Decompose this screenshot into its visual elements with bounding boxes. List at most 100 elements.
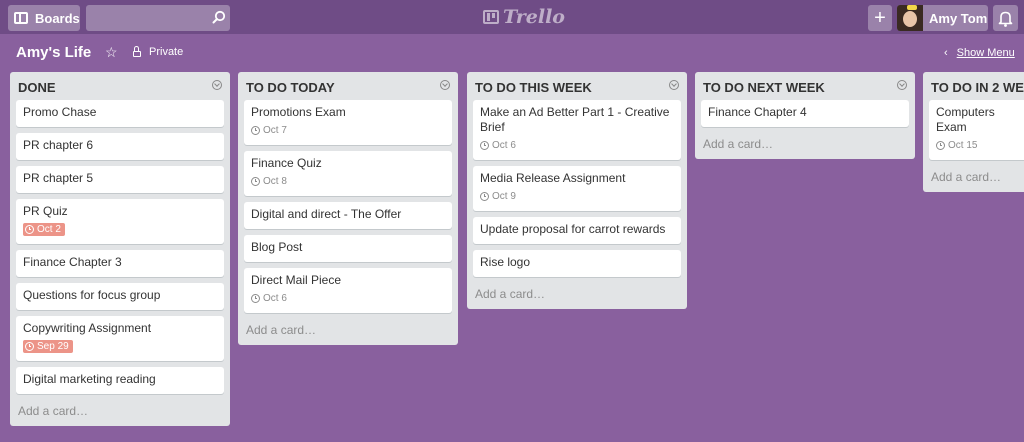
boards-icon [14,12,28,24]
due-date: Oct 9 [492,191,516,202]
clock-icon [251,126,260,135]
clock-icon [25,225,34,234]
add-button[interactable]: + [868,5,892,31]
avatar [897,5,923,31]
add-card-link[interactable]: Add a card… [929,166,1024,184]
notifications-button[interactable] [993,5,1018,31]
list-menu-icon[interactable] [212,80,222,90]
card[interactable]: Make an Ad Better Part 1 - Creative Brie… [473,100,681,160]
card-title: Digital and direct - The Offer [251,207,402,221]
logo-text: Trello [503,6,565,28]
list: TO DO NEXT WEEK Finance Chapter 4 Add a ca… [695,72,915,159]
list: DONE Promo Chase PR chapter 6 PR chapter 5 P… [10,72,230,426]
card-title: Media Release Assignment [480,171,626,185]
add-card-link[interactable]: Add a card… [473,283,681,301]
card[interactable]: PR chapter 6 [16,133,224,160]
star-icon[interactable]: ☆ [105,44,118,61]
due-date-badge: Oct 9 [480,190,519,203]
due-date-badge: Sep 29 [23,340,73,353]
search-input[interactable] [86,5,230,31]
list-menu-icon[interactable] [440,80,450,90]
card[interactable]: PR chapter 5 [16,166,224,193]
card-title: Blog Post [251,240,303,254]
card-title: Update proposal for carrot rewards [480,222,666,236]
card-title: Finance Quiz [251,156,322,170]
trello-logo[interactable]: Trello [483,6,565,28]
card[interactable]: Update proposal for carrot rewards [473,217,681,244]
card[interactable]: Promotions Exam Oct 7 [244,100,452,145]
list-header: TO DO NEXT WEEK [701,72,909,100]
card[interactable]: PR Quiz Oct 2 [16,199,224,244]
due-date: Oct 8 [263,176,287,187]
card[interactable]: Finance Chapter 4 [701,100,909,127]
clock-icon [251,177,260,186]
member-menu-button[interactable]: Amy Tom [897,5,988,31]
due-date-badge: Oct 15 [936,139,980,152]
card[interactable]: Finance Quiz Oct 8 [244,151,452,196]
due-date-badge: Oct 7 [251,124,290,137]
card-title: Questions for focus group [23,288,161,302]
card-title: Finance Chapter 4 [708,105,807,119]
show-menu-button[interactable]: ‹ Show Menu [944,47,1015,59]
card-title: Promo Chase [23,105,97,119]
list-title[interactable]: TO DO THIS WEEK [475,80,592,95]
card[interactable]: Digital and direct - The Offer [244,202,452,229]
card[interactable]: Digital marketing reading [16,367,224,394]
due-date-badge: Oct 2 [23,223,65,236]
card[interactable]: Media Release Assignment Oct 9 [473,166,681,211]
card-title: Computers Exam [936,105,995,134]
due-date: Oct 7 [263,125,287,136]
card[interactable]: Finance Chapter 3 [16,250,224,277]
due-date-badge: Oct 8 [251,175,290,188]
chevron-left-icon: ‹ [944,47,948,59]
due-date: Oct 6 [492,140,516,151]
bell-icon [998,11,1013,27]
add-card-link[interactable]: Add a card… [701,133,909,151]
card-title: Finance Chapter 3 [23,255,122,269]
list-title[interactable]: TO DO IN 2 WEE [931,80,1024,95]
due-date: Oct 2 [37,224,61,235]
card[interactable]: Rise logo [473,250,681,277]
lock-icon [133,45,141,57]
board-title[interactable]: Amy's Life [16,44,91,61]
list-title[interactable]: TO DO TODAY [246,80,335,95]
list: TO DO IN 2 WEE Computers Exam Oct 15 Add a … [923,72,1024,192]
due-date: Sep 29 [37,341,69,352]
boards-button[interactable]: Boards [8,5,80,31]
card[interactable]: Direct Mail Piece Oct 6 [244,268,452,313]
visibility-label: Private [149,46,184,58]
user-name: Amy Tom [929,10,988,26]
list: TO DO THIS WEEK Make an Ad Better Part 1 … [467,72,687,309]
card[interactable]: Copywriting Assignment Sep 29 [16,316,224,361]
boards-label: Boards [35,10,80,26]
card-title: Promotions Exam [251,105,346,119]
trello-logo-icon [483,10,499,24]
add-card-link[interactable]: Add a card… [16,400,224,418]
list-title[interactable]: DONE [18,80,56,95]
list-header: TO DO TODAY [244,72,452,100]
add-card-link[interactable]: Add a card… [244,319,452,337]
card-title: Rise logo [480,255,531,269]
card[interactable]: Blog Post [244,235,452,262]
due-date: Oct 6 [263,293,287,304]
visibility-button[interactable]: Private [133,45,184,58]
due-date: Oct 15 [948,140,978,151]
list-menu-icon[interactable] [669,80,679,90]
top-header: Boards Trello + Amy Tom [0,0,1024,34]
due-date-badge: Oct 6 [251,292,290,305]
card-title: PR chapter 5 [23,171,94,185]
card-title: Digital marketing reading [23,372,156,386]
card[interactable]: Promo Chase [16,100,224,127]
show-menu-label: Show Menu [956,47,1015,59]
list-header: TO DO THIS WEEK [473,72,681,100]
search-icon[interactable] [212,10,226,24]
clock-icon [936,141,945,150]
clock-icon [251,294,260,303]
due-date-badge: Oct 6 [480,139,519,152]
list-menu-icon[interactable] [897,80,907,90]
card[interactable]: Questions for focus group [16,283,224,310]
clock-icon [25,342,34,351]
list-title[interactable]: TO DO NEXT WEEK [703,80,825,95]
card[interactable]: Computers Exam Oct 15 [929,100,1024,160]
clock-icon [480,141,489,150]
